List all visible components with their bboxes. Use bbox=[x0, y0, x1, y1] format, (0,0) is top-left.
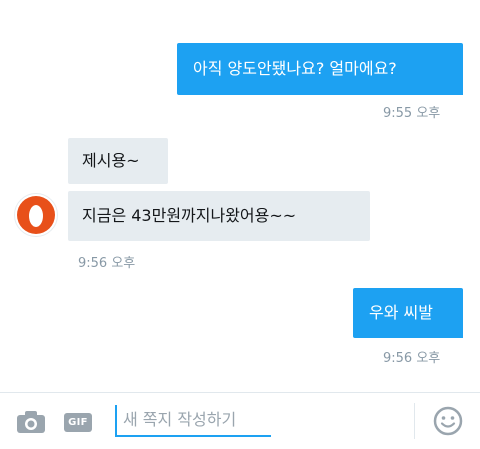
message-text: 제시용~ bbox=[82, 151, 140, 170]
camera-icon bbox=[17, 411, 45, 433]
message-timestamp: 9:55 오후 bbox=[383, 106, 441, 121]
message-bubble-outgoing[interactable]: 아직 양도안됐나요? 얼마에요? bbox=[177, 43, 463, 95]
message-composer: GIF 새 쪽지 작성하기 bbox=[0, 392, 480, 449]
message-text: 아직 양도안됐나요? 얼마에요? bbox=[193, 59, 397, 78]
message-bubble-outgoing[interactable]: 우와 씨발 bbox=[353, 288, 463, 338]
contact-avatar[interactable] bbox=[14, 193, 58, 237]
message-bubble-incoming[interactable]: 제시용~ bbox=[68, 138, 168, 184]
gif-button[interactable]: GIF bbox=[64, 413, 92, 432]
composer-divider bbox=[414, 403, 415, 439]
emoji-button[interactable] bbox=[432, 405, 464, 437]
message-text: 지금은 43만원까지나왔어용~~ bbox=[82, 206, 297, 225]
smiley-icon bbox=[433, 406, 463, 436]
message-text: 우와 씨발 bbox=[369, 303, 433, 322]
message-input[interactable]: 새 쪽지 작성하기 bbox=[115, 405, 271, 437]
message-bubble-incoming[interactable]: 지금은 43만원까지나왔어용~~ bbox=[68, 191, 370, 241]
avatar-logo-icon bbox=[17, 196, 55, 234]
camera-button[interactable] bbox=[16, 409, 46, 435]
message-timestamp: 9:56 오후 bbox=[383, 351, 441, 366]
message-input-placeholder: 새 쪽지 작성하기 bbox=[123, 410, 237, 429]
message-timestamp: 9:56 오후 bbox=[78, 256, 136, 271]
